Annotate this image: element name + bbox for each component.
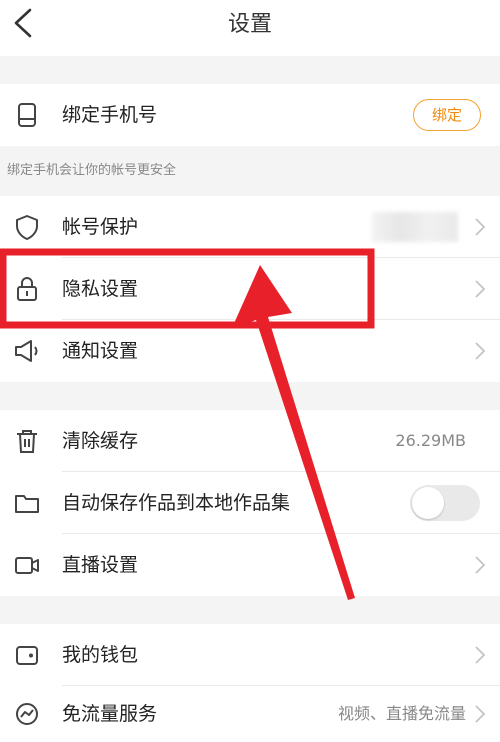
phone-icon <box>18 103 36 127</box>
trash-icon <box>17 430 37 453</box>
free-data-value: 视频、直播免流量 <box>337 704 466 723</box>
chevron-right-icon <box>475 705 486 723</box>
auto-save-label: 自动保存作品到本地作品集 <box>62 492 291 514</box>
cache-size: 26.29MB <box>395 431 466 450</box>
bind-phone-row[interactable]: 绑定手机号 绑定 <box>0 84 500 146</box>
live-settings-row[interactable]: 直播设置 <box>0 534 500 596</box>
section-gap <box>0 596 500 624</box>
privacy-settings-row[interactable]: 隐私设置 <box>0 258 500 320</box>
auto-save-toggle[interactable] <box>410 485 480 521</box>
top-bar: 设置 <box>0 0 500 56</box>
toggle-knob <box>412 487 444 519</box>
free-data-row[interactable]: 免流量服务 视频、直播免流量 <box>0 686 500 729</box>
clear-cache-row[interactable]: 清除缓存 26.29MB <box>0 410 500 472</box>
chevron-right-icon <box>475 342 486 360</box>
free-data-label: 免流量服务 <box>62 703 158 725</box>
chevron-right-icon <box>475 280 486 298</box>
auto-save-row: 自动保存作品到本地作品集 <box>0 472 500 534</box>
live-settings-label: 直播设置 <box>62 554 139 576</box>
section-gap <box>0 56 500 84</box>
security-hint: 绑定手机会让你的帐号更安全 <box>7 163 177 178</box>
account-protection-label: 帐号保护 <box>62 216 139 238</box>
chevron-right-icon <box>475 646 486 664</box>
account-protection-row[interactable]: 帐号保护 <box>0 196 500 258</box>
page-title: 设置 <box>227 12 272 37</box>
folder-icon <box>15 495 39 513</box>
account-protection-value <box>372 212 458 242</box>
speaker-icon <box>15 340 38 362</box>
chevron-right-icon <box>475 556 486 574</box>
notification-settings-label: 通知设置 <box>62 340 139 362</box>
wallet-icon <box>16 646 38 665</box>
gauge-icon <box>16 703 38 725</box>
wallet-row[interactable]: 我的钱包 <box>0 624 500 686</box>
lock-icon <box>17 277 37 301</box>
clear-cache-label: 清除缓存 <box>62 430 139 452</box>
notification-settings-row[interactable]: 通知设置 <box>0 320 500 382</box>
shield-icon <box>16 215 38 240</box>
video-camera-icon <box>15 557 39 574</box>
privacy-settings-label: 隐私设置 <box>62 278 139 300</box>
chevron-right-icon <box>475 218 486 236</box>
section-gap <box>0 382 500 410</box>
wallet-label: 我的钱包 <box>62 644 139 666</box>
bind-button[interactable]: 绑定 <box>413 99 481 131</box>
bind-phone-label: 绑定手机号 <box>62 104 158 126</box>
